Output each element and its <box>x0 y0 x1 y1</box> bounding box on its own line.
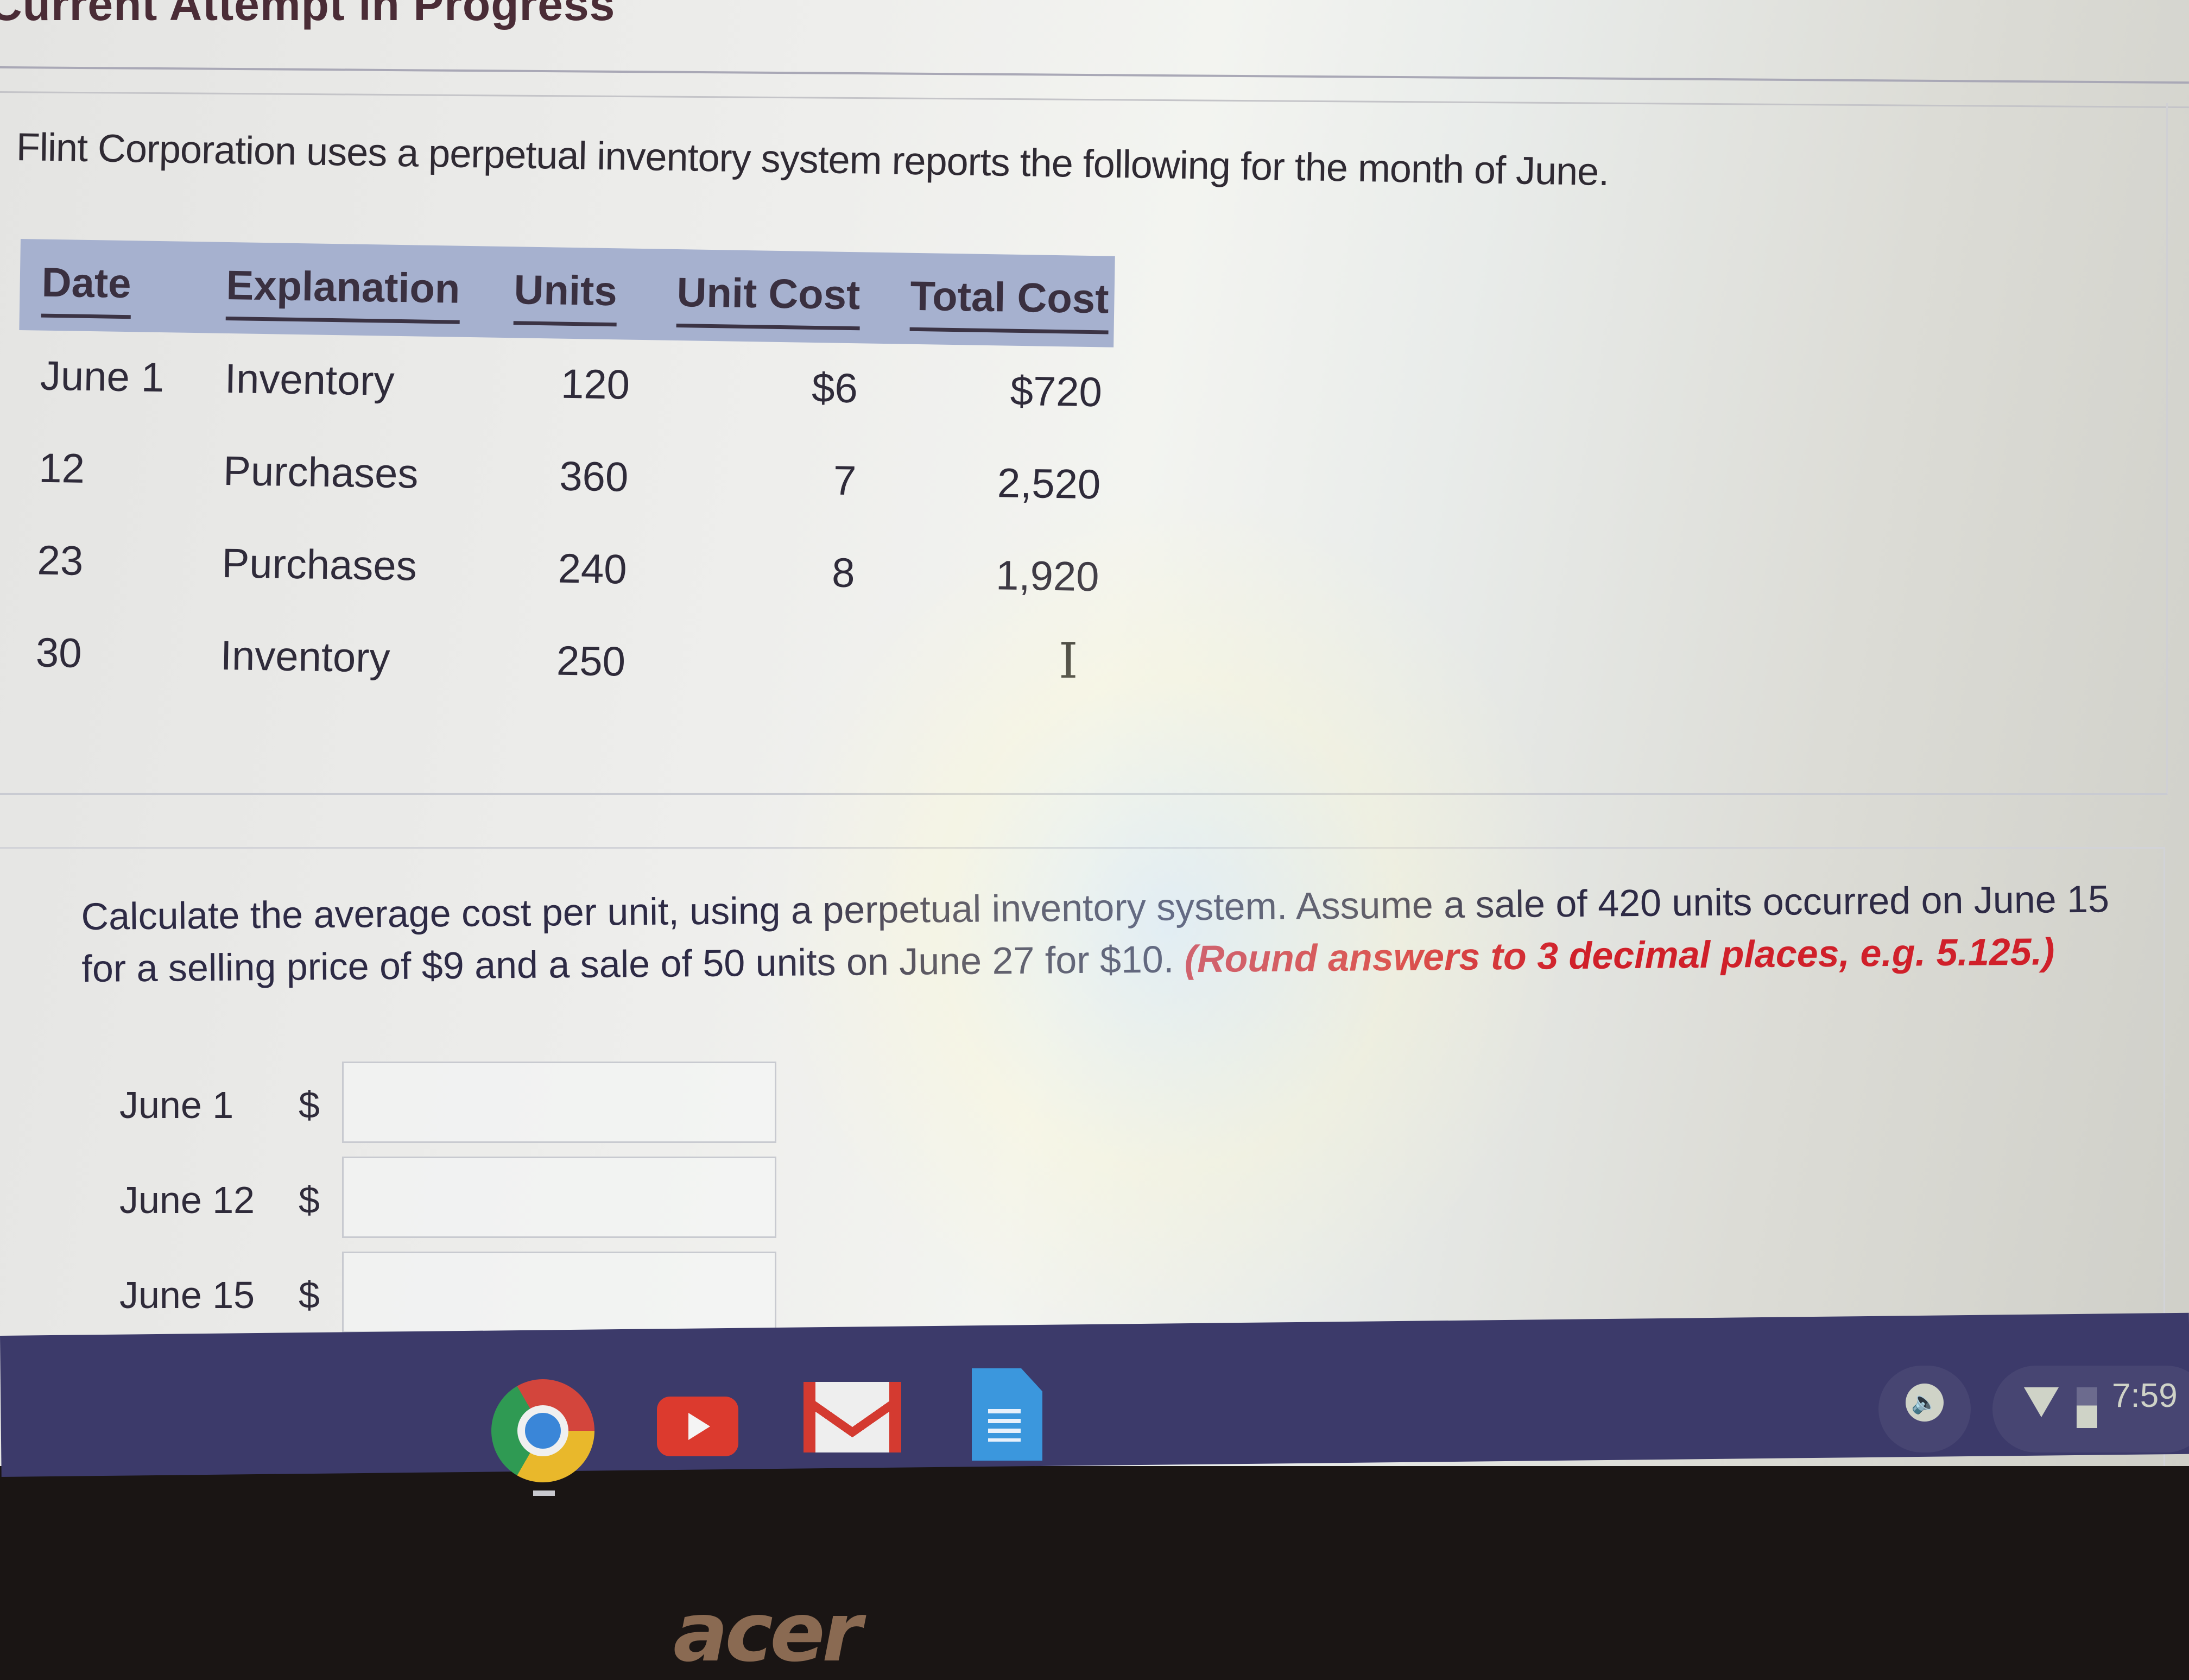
cell-explanation: Inventory <box>224 355 395 405</box>
cell-unit-cost: 8 <box>831 550 856 597</box>
brand-logo: acer <box>673 1586 862 1680</box>
answer-label: June 15 <box>119 1274 255 1316</box>
cell-units: 250 <box>556 637 626 685</box>
table-row: 12 Purchases 360 7 2,520 <box>16 422 1112 532</box>
running-indicator <box>533 1490 555 1496</box>
youtube-icon[interactable] <box>657 1397 738 1456</box>
cell-date: 30 <box>35 629 83 677</box>
table-row: 30 Inventory 250 <box>14 607 1109 717</box>
battery-icon <box>2077 1387 2097 1428</box>
june-1-average-cost-input[interactable] <box>342 1062 776 1143</box>
wifi-icon <box>2024 1387 2059 1417</box>
currency-symbol: $ <box>299 1179 320 1221</box>
chrome-icon[interactable] <box>491 1379 594 1482</box>
table-row: June 1 Inventory 120 $6 $720 <box>18 330 1114 440</box>
cell-units: 240 <box>558 545 628 593</box>
cell-total-cost: $720 <box>1010 368 1103 416</box>
os-shelf <box>0 1312 2189 1477</box>
volume-icon: 🔈 <box>1906 1384 1944 1422</box>
gmail-icon[interactable] <box>804 1382 901 1452</box>
cell-units: 360 <box>559 453 629 501</box>
cell-units: 120 <box>560 361 630 408</box>
cell-total-cost: 2,520 <box>997 460 1101 508</box>
column-header-date: Date <box>41 258 132 319</box>
task-instruction: Calculate the average cost per unit, usi… <box>81 873 2118 995</box>
answer-row-june-1: June 1 $ <box>109 1062 814 1143</box>
divider <box>0 66 2189 84</box>
column-header-unit-cost: Unit Cost <box>676 269 861 331</box>
answer-label: June 1 <box>119 1084 234 1126</box>
screen: Current Attempt in Progress Flint Corpor… <box>0 0 2189 1466</box>
attempt-status-heading: Current Attempt in Progress <box>0 0 616 30</box>
cell-unit-cost: 7 <box>833 457 857 504</box>
text-cursor-icon: I <box>1059 633 1078 690</box>
column-header-units: Units <box>513 266 618 327</box>
column-header-explanation: Explanation <box>225 261 461 324</box>
june-15-average-cost-input[interactable] <box>342 1252 776 1333</box>
clock: 7:59 <box>2112 1377 2178 1414</box>
answer-label: June 12 <box>119 1179 255 1221</box>
cell-explanation: Purchases <box>223 447 419 497</box>
june-12-average-cost-input[interactable] <box>342 1157 776 1238</box>
cell-date: 23 <box>37 537 84 584</box>
inventory-table: Date Explanation Units Unit Cost Total C… <box>14 239 1115 717</box>
table-row: 23 Purchases 240 8 1,920 <box>15 515 1110 624</box>
cell-date: June 1 <box>40 352 165 401</box>
currency-symbol: $ <box>299 1084 320 1126</box>
cell-explanation: Inventory <box>220 632 391 681</box>
table-header: Date Explanation Units Unit Cost Total C… <box>19 239 1115 348</box>
column-header-total-cost: Total Cost <box>909 272 1110 334</box>
cell-total-cost: 1,920 <box>995 552 1100 601</box>
cell-explanation: Purchases <box>221 540 417 590</box>
currency-symbol: $ <box>299 1274 320 1316</box>
answer-row-june-15: June 15 $ <box>109 1252 814 1333</box>
rounding-note: (Round answers to 3 decimal places, e.g.… <box>1184 930 2055 981</box>
docs-icon[interactable] <box>972 1368 1042 1461</box>
cell-unit-cost: $6 <box>811 364 858 412</box>
answer-row-june-12: June 12 $ <box>109 1157 814 1238</box>
cell-date: 12 <box>38 445 85 492</box>
